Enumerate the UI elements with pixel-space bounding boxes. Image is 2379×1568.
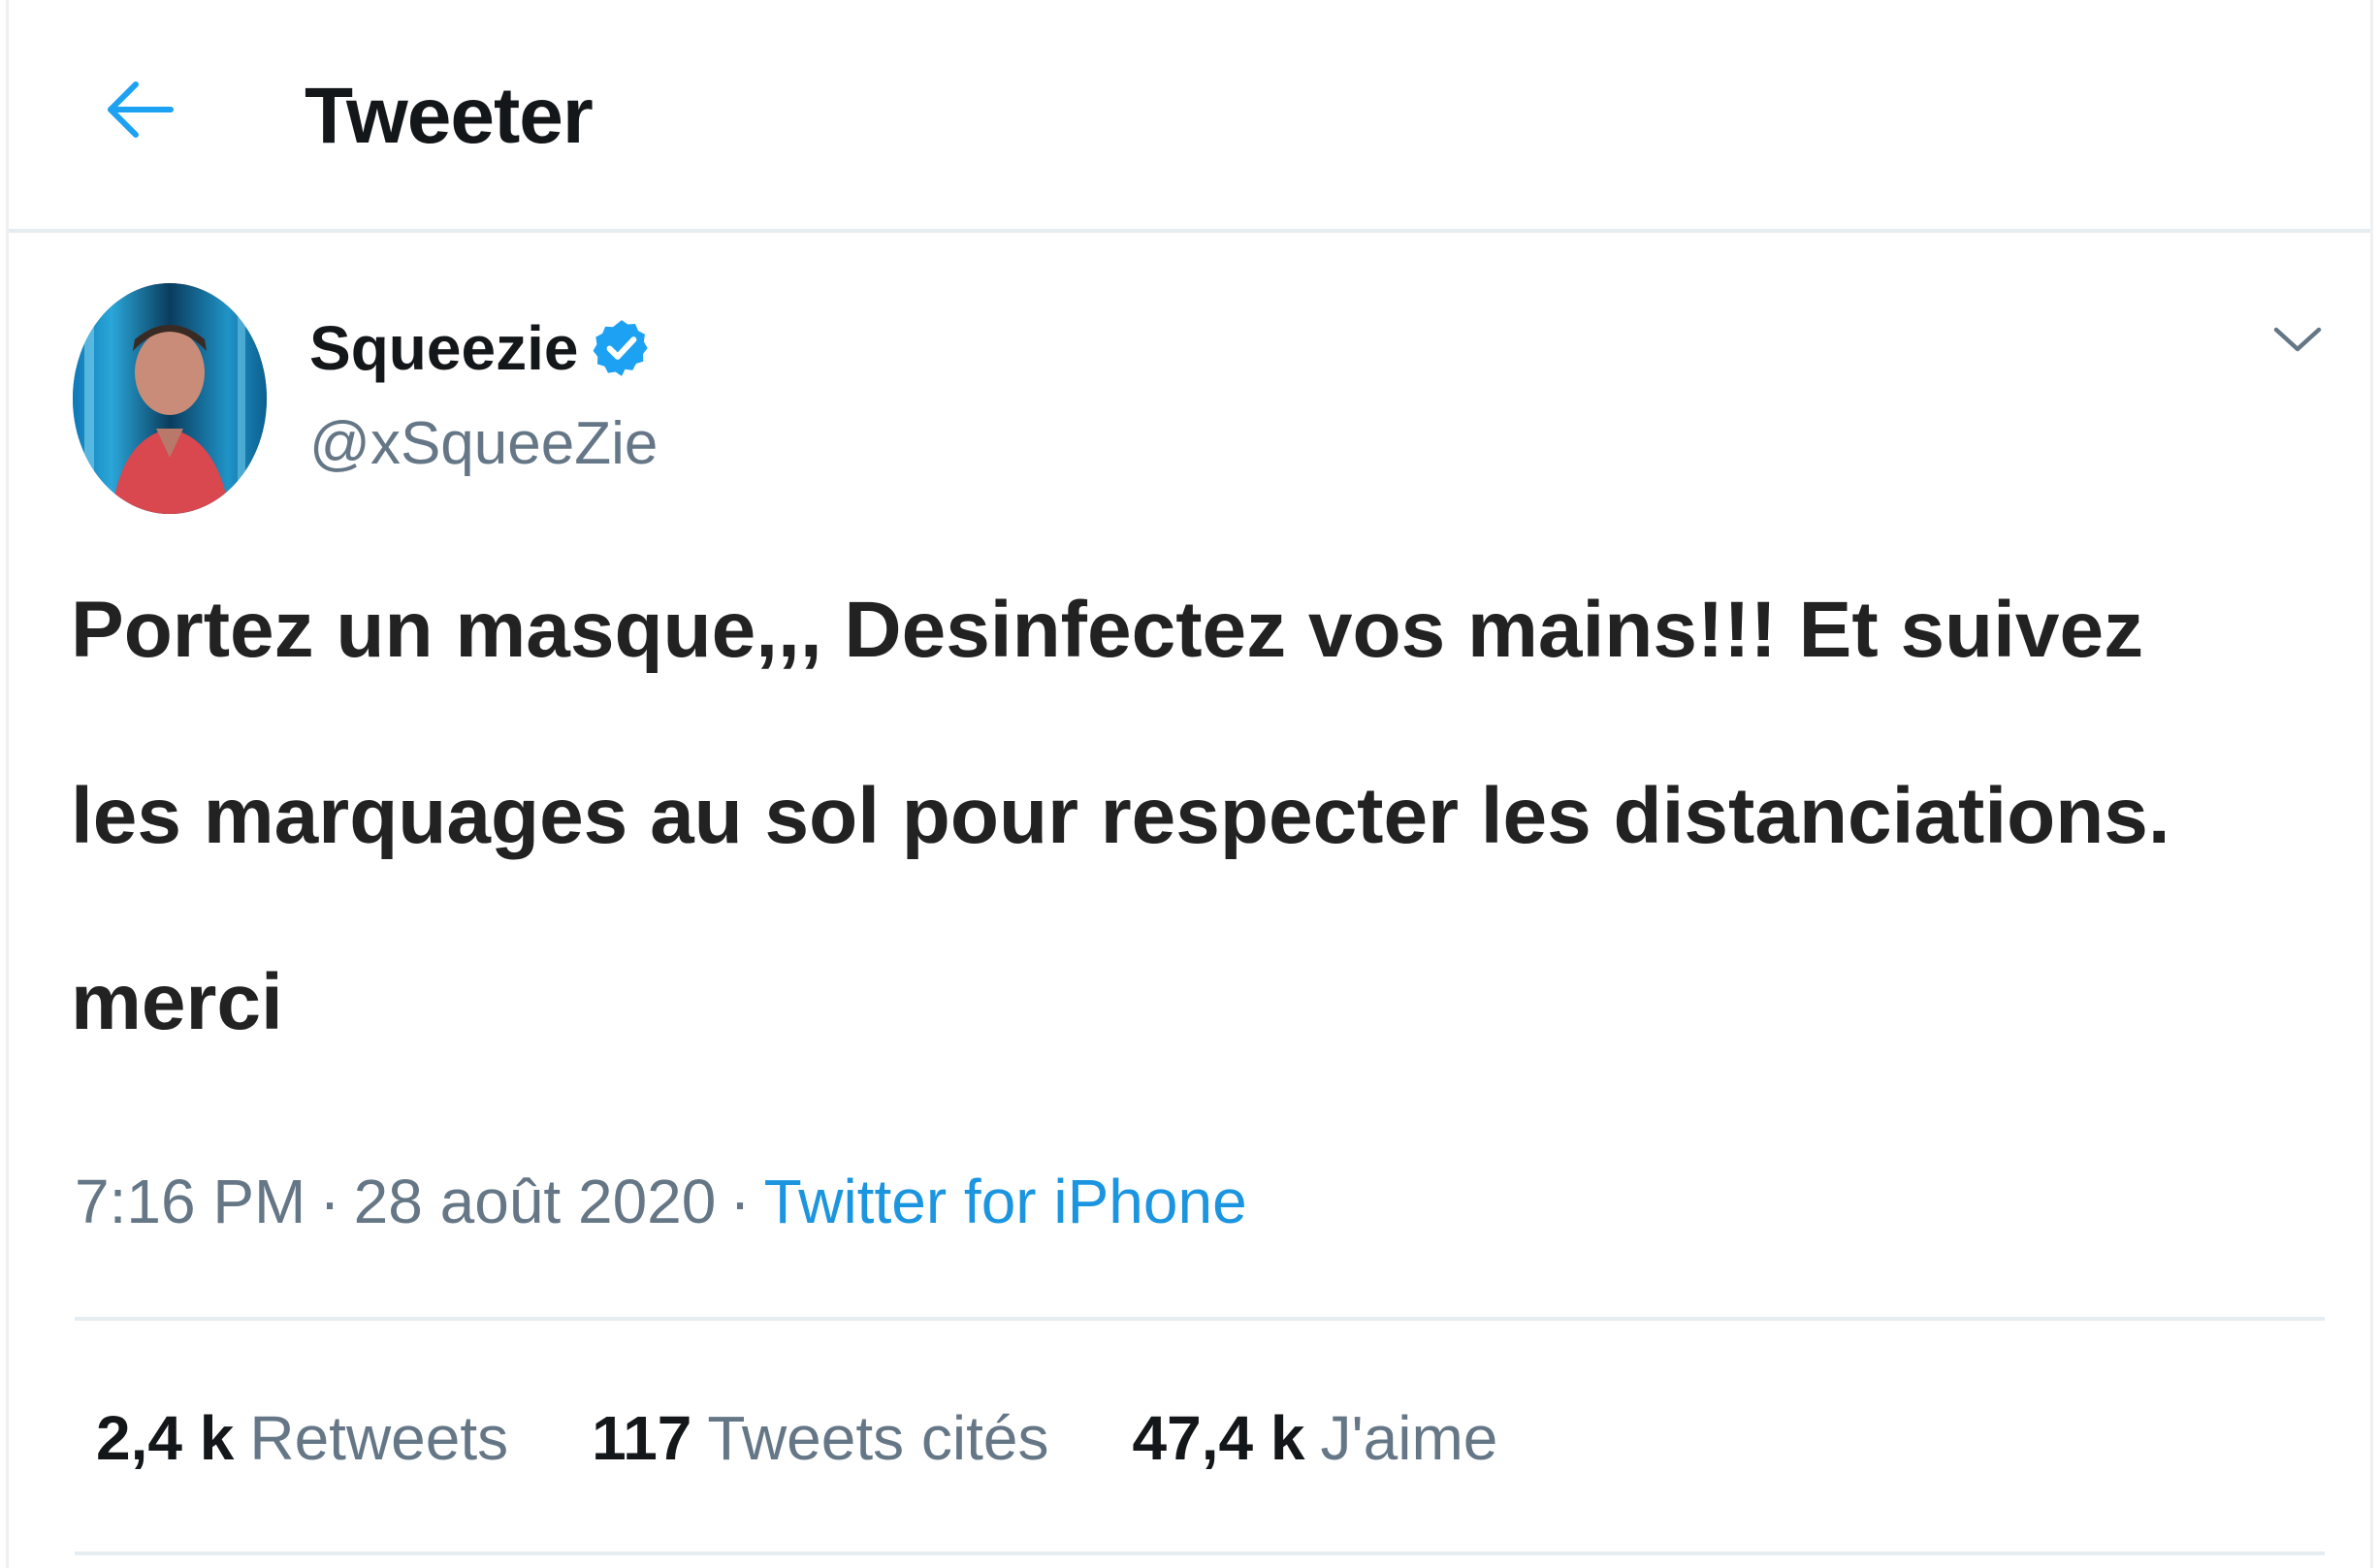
page-header: Tweeter (9, 0, 2370, 233)
back-button[interactable] (96, 66, 183, 153)
likes-count: 47,4 k (1132, 1403, 1305, 1473)
likes-label: J'aime (1320, 1403, 1498, 1473)
avatar[interactable] (73, 283, 267, 514)
tweet-source-link[interactable]: Twitter for iPhone (764, 1167, 1247, 1236)
retweets-count: 2,4 k (96, 1403, 235, 1473)
retweets-label: Retweets (249, 1403, 509, 1473)
author-name[interactable]: Squeezie (309, 306, 578, 390)
meta-separator: · (729, 1167, 751, 1236)
author-name-row[interactable]: Squeezie (309, 306, 654, 390)
quote-tweets-label: Tweets cités (707, 1403, 1049, 1473)
divider (75, 1552, 2325, 1555)
tweet-line: les marquages au sol pour respecter les … (71, 772, 2170, 860)
tweet-stats: 2,4 k Retweets 117 Tweets cités 47,4 k J… (96, 1394, 1581, 1482)
tweet-text: Portez un masque,,, Desinfectez vos main… (71, 537, 2340, 1096)
likes-stat[interactable]: 47,4 k J'aime (1133, 1394, 1498, 1482)
meta-separator: · (319, 1167, 340, 1236)
tweet-date[interactable]: 28 août 2020 (354, 1167, 717, 1236)
verified-badge-icon (594, 320, 649, 376)
avatar-image (73, 283, 267, 514)
retweets-stat[interactable]: 2,4 k Retweets (96, 1394, 508, 1482)
tweet-line: Portez un masque,,, Desinfectez vos main… (71, 586, 2144, 674)
quote-tweets-count: 117 (592, 1403, 692, 1473)
tweet-menu-button[interactable] (2259, 301, 2336, 378)
tweet-time[interactable]: 7:16 PM (75, 1167, 305, 1236)
quote-tweets-stat[interactable]: 117 Tweets cités (592, 1394, 1048, 1482)
page-title: Tweeter (305, 72, 594, 160)
tweet-line: merci (71, 958, 283, 1046)
tweet-meta: 7:16 PM · 28 août 2020 · Twitter for iPhone (75, 1158, 1247, 1245)
author-handle[interactable]: @xSqueeZie (309, 405, 658, 483)
chevron-down-icon (2273, 327, 2322, 352)
arrow-left-icon (108, 81, 174, 138)
divider (75, 1317, 2325, 1321)
tweet-page: Tweeter Squeezie @xSqueeZie Portez un ma… (6, 0, 2373, 1568)
